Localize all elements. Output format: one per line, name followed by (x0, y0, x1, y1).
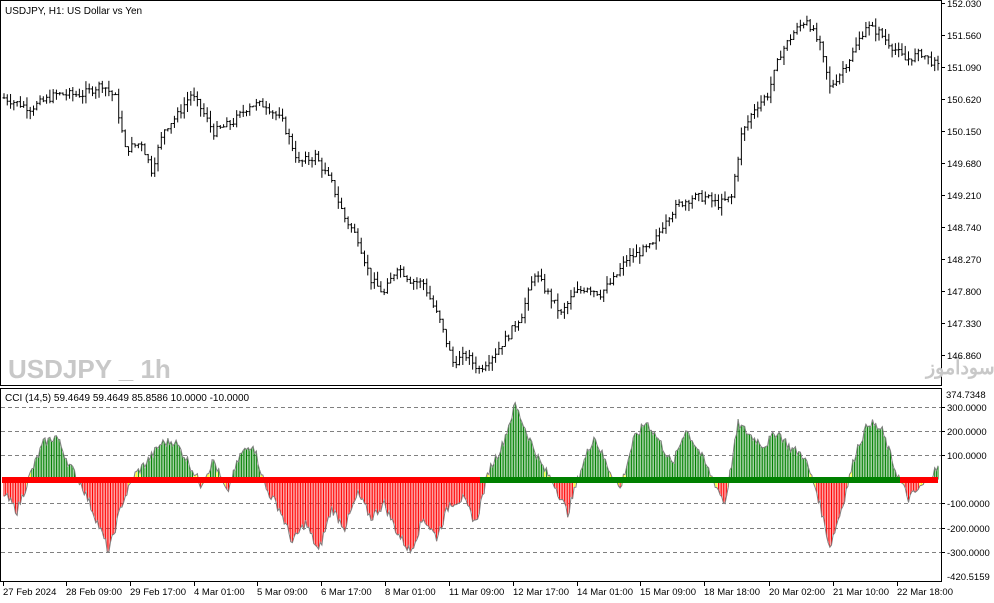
cci-zero-band-green (480, 477, 938, 483)
time-label-0: 27 Feb 2024 (3, 587, 56, 598)
price-label-1: 151.560 (947, 31, 981, 42)
price-label-11: 146.860 (947, 351, 981, 362)
price-label-7: 148.740 (947, 223, 981, 234)
cci-label-3: 100.0000 (947, 451, 987, 462)
time-label-2: 29 Feb 17:00 (130, 587, 186, 598)
time-axis: 27 Feb 2024 28 Feb 09:00 29 Feb 17:00 4 … (3, 582, 953, 598)
price-label-10: 147.330 (947, 319, 981, 330)
chart-canvas: USDJPY _ 1h انتشار در سایت سودآموز USDJP… (0, 0, 994, 598)
cci-label-5: -200.0000 (947, 524, 990, 535)
time-label-7: 11 Mar 09:00 (449, 587, 504, 598)
time-label-4: 5 Mar 09:00 (257, 587, 308, 598)
price-axis: 152.030 151.560 151.090 150.620 150.150 … (941, 0, 981, 362)
cci-label-6: -300.0000 (947, 548, 990, 559)
time-label-1: 28 Feb 09:00 (66, 587, 122, 598)
cci-label-1: 300.0000 (947, 403, 987, 414)
watermark-symbol: USDJPY _ 1h (8, 354, 171, 384)
cci-label-7: -420.5159 (947, 572, 990, 583)
cci-axis: 374.7348 300.0000 200.0000 100.0000 -100… (941, 390, 990, 583)
time-label-10: 15 Mar 09:00 (640, 587, 696, 598)
price-label-8: 148.270 (947, 255, 981, 266)
price-label-3: 150.620 (947, 95, 981, 106)
time-label-12: 20 Mar 02:00 (769, 587, 825, 598)
time-label-9: 14 Mar 01:00 (577, 587, 633, 598)
cci-label-2: 200.0000 (947, 427, 987, 438)
time-label-11: 18 Mar 18:00 (704, 587, 760, 598)
price-panel-frame (0, 0, 942, 386)
price-label-4: 150.150 (947, 127, 981, 138)
price-label-9: 147.800 (947, 287, 981, 298)
indicator-panel-title: CCI (14,5) 59.4649 59.4649 85.8586 10.00… (5, 393, 250, 404)
price-label-5: 149.680 (947, 159, 981, 170)
price-label-6: 149.210 (947, 191, 981, 202)
cci-zero-band-red (2, 477, 480, 483)
time-label-8: 12 Mar 17:00 (513, 587, 569, 598)
time-label-6: 8 Mar 01:00 (385, 587, 436, 598)
price-label-0: 152.030 (947, 0, 981, 10)
time-label-5: 6 Mar 17:00 (321, 587, 372, 598)
cci-label-4: -100.0000 (947, 499, 990, 510)
price-label-2: 151.090 (947, 63, 981, 74)
price-panel-title: USDJPY, H1: US Dollar vs Yen (5, 6, 142, 17)
time-label-14: 22 Mar 18:00 (897, 587, 953, 598)
time-label-13: 21 Mar 10:00 (833, 587, 889, 598)
cci-zero-band-red-right (900, 477, 938, 483)
time-label-3: 4 Mar 01:00 (194, 587, 245, 598)
cci-label-0: 374.7348 (946, 390, 986, 401)
